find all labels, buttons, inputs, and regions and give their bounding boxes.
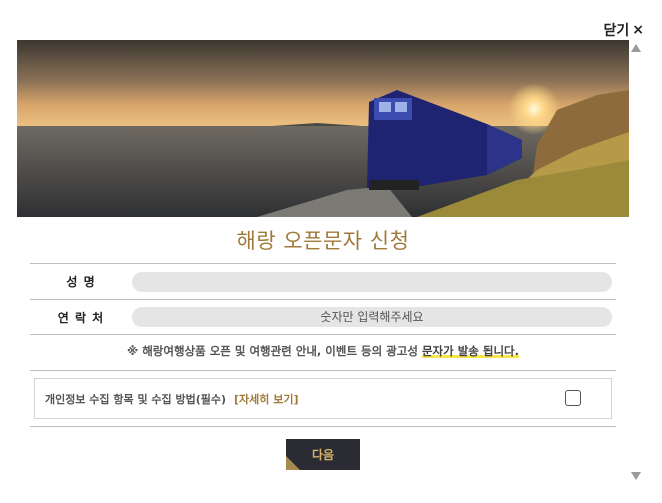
scrollbar[interactable] [630,44,642,480]
divider [30,426,616,427]
notice-highlight: 문자가 발송 됩니다. [421,344,519,358]
consent-checkbox[interactable] [565,390,581,406]
sms-notice: ※ 해랑여행상품 오픈 및 여행관련 안내, 이벤트 등의 광고성 문자가 발송… [30,343,616,359]
scroll-down-arrow-icon[interactable] [631,472,641,480]
scroll-up-arrow-icon[interactable] [631,44,641,52]
notice-text: ※ 해랑여행상품 오픈 및 여행관련 안내, 이벤트 등의 광고성 [127,344,422,358]
page-title: 해랑 오픈문자 신청 [236,229,410,253]
next-button-label: 다음 [311,448,335,462]
name-row: 성 명 [30,263,616,299]
name-input[interactable] [132,271,612,292]
next-button[interactable]: 다음 [286,439,360,470]
button-corner-accent [286,456,300,470]
hero-train-image [17,40,629,217]
application-form: 성 명 연 락 처 [30,263,616,335]
consent-details-link[interactable]: [자세히 보기] [234,391,298,407]
phone-label: 연 락 처 [57,310,105,325]
close-button[interactable]: 닫기 × [604,20,645,40]
close-label: 닫기 [603,23,630,39]
divider [30,370,616,371]
name-label: 성 명 [66,275,96,289]
consent-text: 개인정보 수집 항목 및 수집 방법(필수) [45,392,227,406]
phone-input[interactable] [132,307,612,327]
phone-row: 연 락 처 [30,299,616,335]
close-icon: × [632,22,644,38]
privacy-consent-box: 개인정보 수집 항목 및 수집 방법(필수) [자세히 보기] [34,378,612,419]
